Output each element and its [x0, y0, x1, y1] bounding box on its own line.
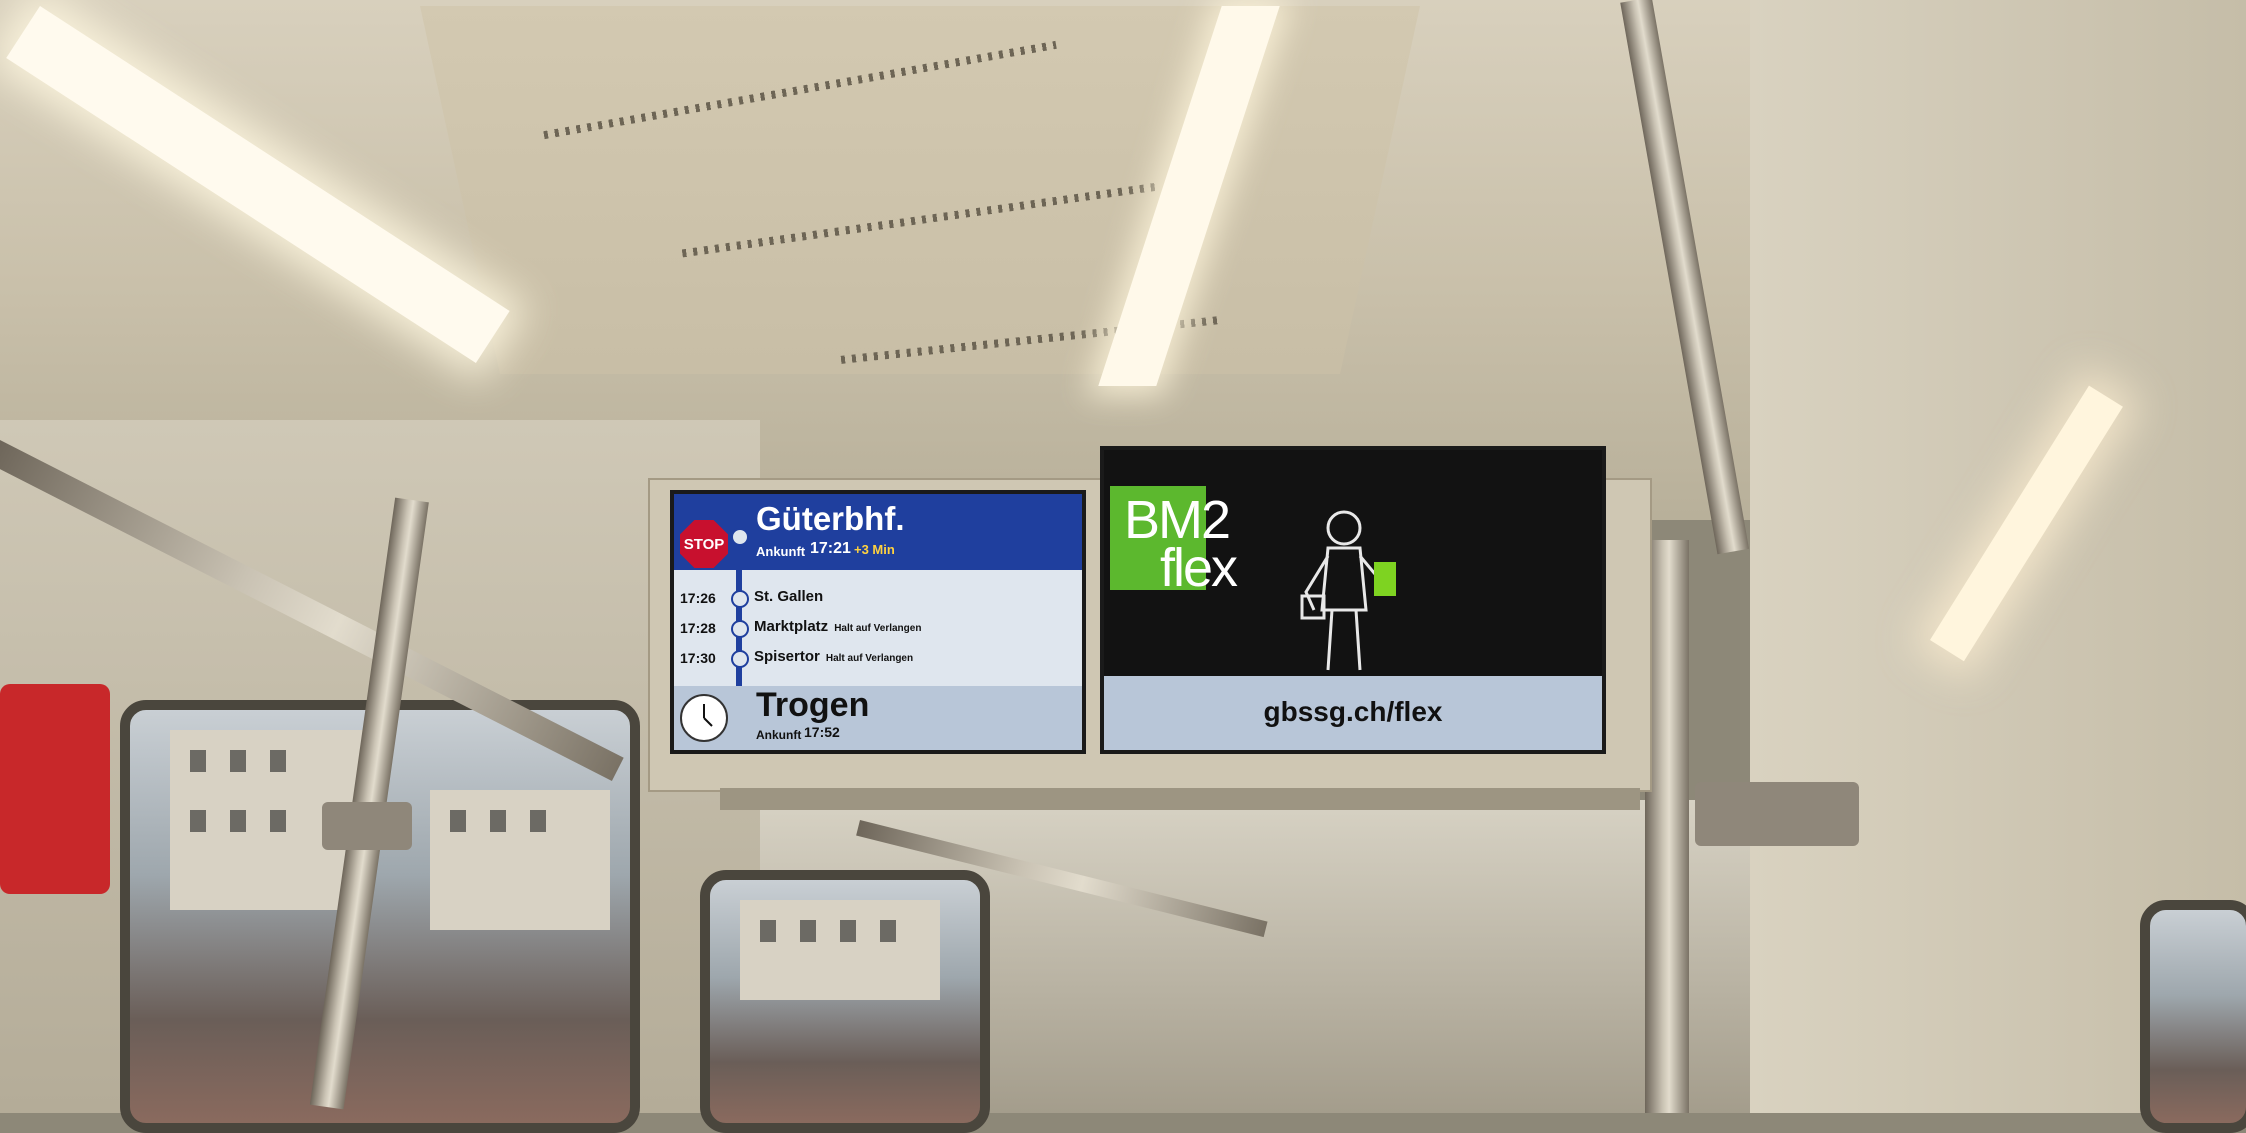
route-dot-icon: [731, 590, 749, 608]
ad-screen: BM2 flex gbssg.ch/flex: [1100, 446, 1606, 754]
stop-name: Spisertor Halt auf Verlangen: [754, 648, 913, 665]
brand-logo-line2: flex: [1160, 538, 1238, 598]
emergency-box[interactable]: [0, 684, 110, 894]
route-dot-icon: [731, 620, 749, 638]
ceiling-panel: [420, 6, 1420, 374]
stop-name-text: Spisertor: [754, 648, 820, 665]
next-arrival-time: 17:21: [810, 540, 851, 557]
cartoon-person-icon: [1300, 510, 1396, 671]
ad-url: gbssg.ch/flex: [1263, 696, 1443, 727]
final-destination-name: Trogen: [756, 686, 870, 724]
stop-name-text: St. Gallen: [754, 588, 824, 605]
final-destination-bar: [674, 686, 1082, 750]
stop-sign-icon: STOP: [680, 520, 728, 568]
brand-logo: BM2 flex: [1124, 490, 1238, 598]
train-window: [2140, 900, 2246, 1133]
train-window: [700, 870, 990, 1133]
grab-handle[interactable]: [322, 802, 412, 850]
delay-badge: +3 Min: [854, 542, 895, 557]
ceiling-vent: [543, 40, 1057, 140]
grab-handle[interactable]: [1695, 782, 1859, 846]
final-arrival-label: Ankunft: [756, 728, 802, 742]
stop-time: 17:28: [680, 620, 716, 636]
route-dot-icon: [731, 650, 749, 668]
clock-icon: [680, 694, 728, 742]
stop-time: 17:30: [680, 650, 716, 666]
final-arrival-time: 17:52: [804, 724, 840, 740]
route-dot-icon: [731, 528, 749, 546]
next-stop-name: Güterbhf.: [756, 500, 905, 537]
stop-time: 17:26: [680, 590, 716, 606]
display-housing-bottom: [720, 788, 1640, 810]
stop-name: Marktplatz Halt auf Verlangen: [754, 618, 921, 635]
stop-name-text: Marktplatz: [754, 618, 829, 635]
next-arrival-label: Ankunft: [756, 544, 806, 559]
route-info-screen: STOP Güterbhf. Ankunft 17:21 +3 Min 17:2…: [670, 490, 1086, 754]
stop-note: Halt auf Verlangen: [825, 653, 914, 664]
brand-logo-line1: BM2: [1124, 490, 1231, 550]
stop-name: St. Gallen: [754, 588, 823, 605]
ceiling-vent: [681, 182, 1159, 258]
stop-note: Halt auf Verlangen: [834, 623, 922, 634]
